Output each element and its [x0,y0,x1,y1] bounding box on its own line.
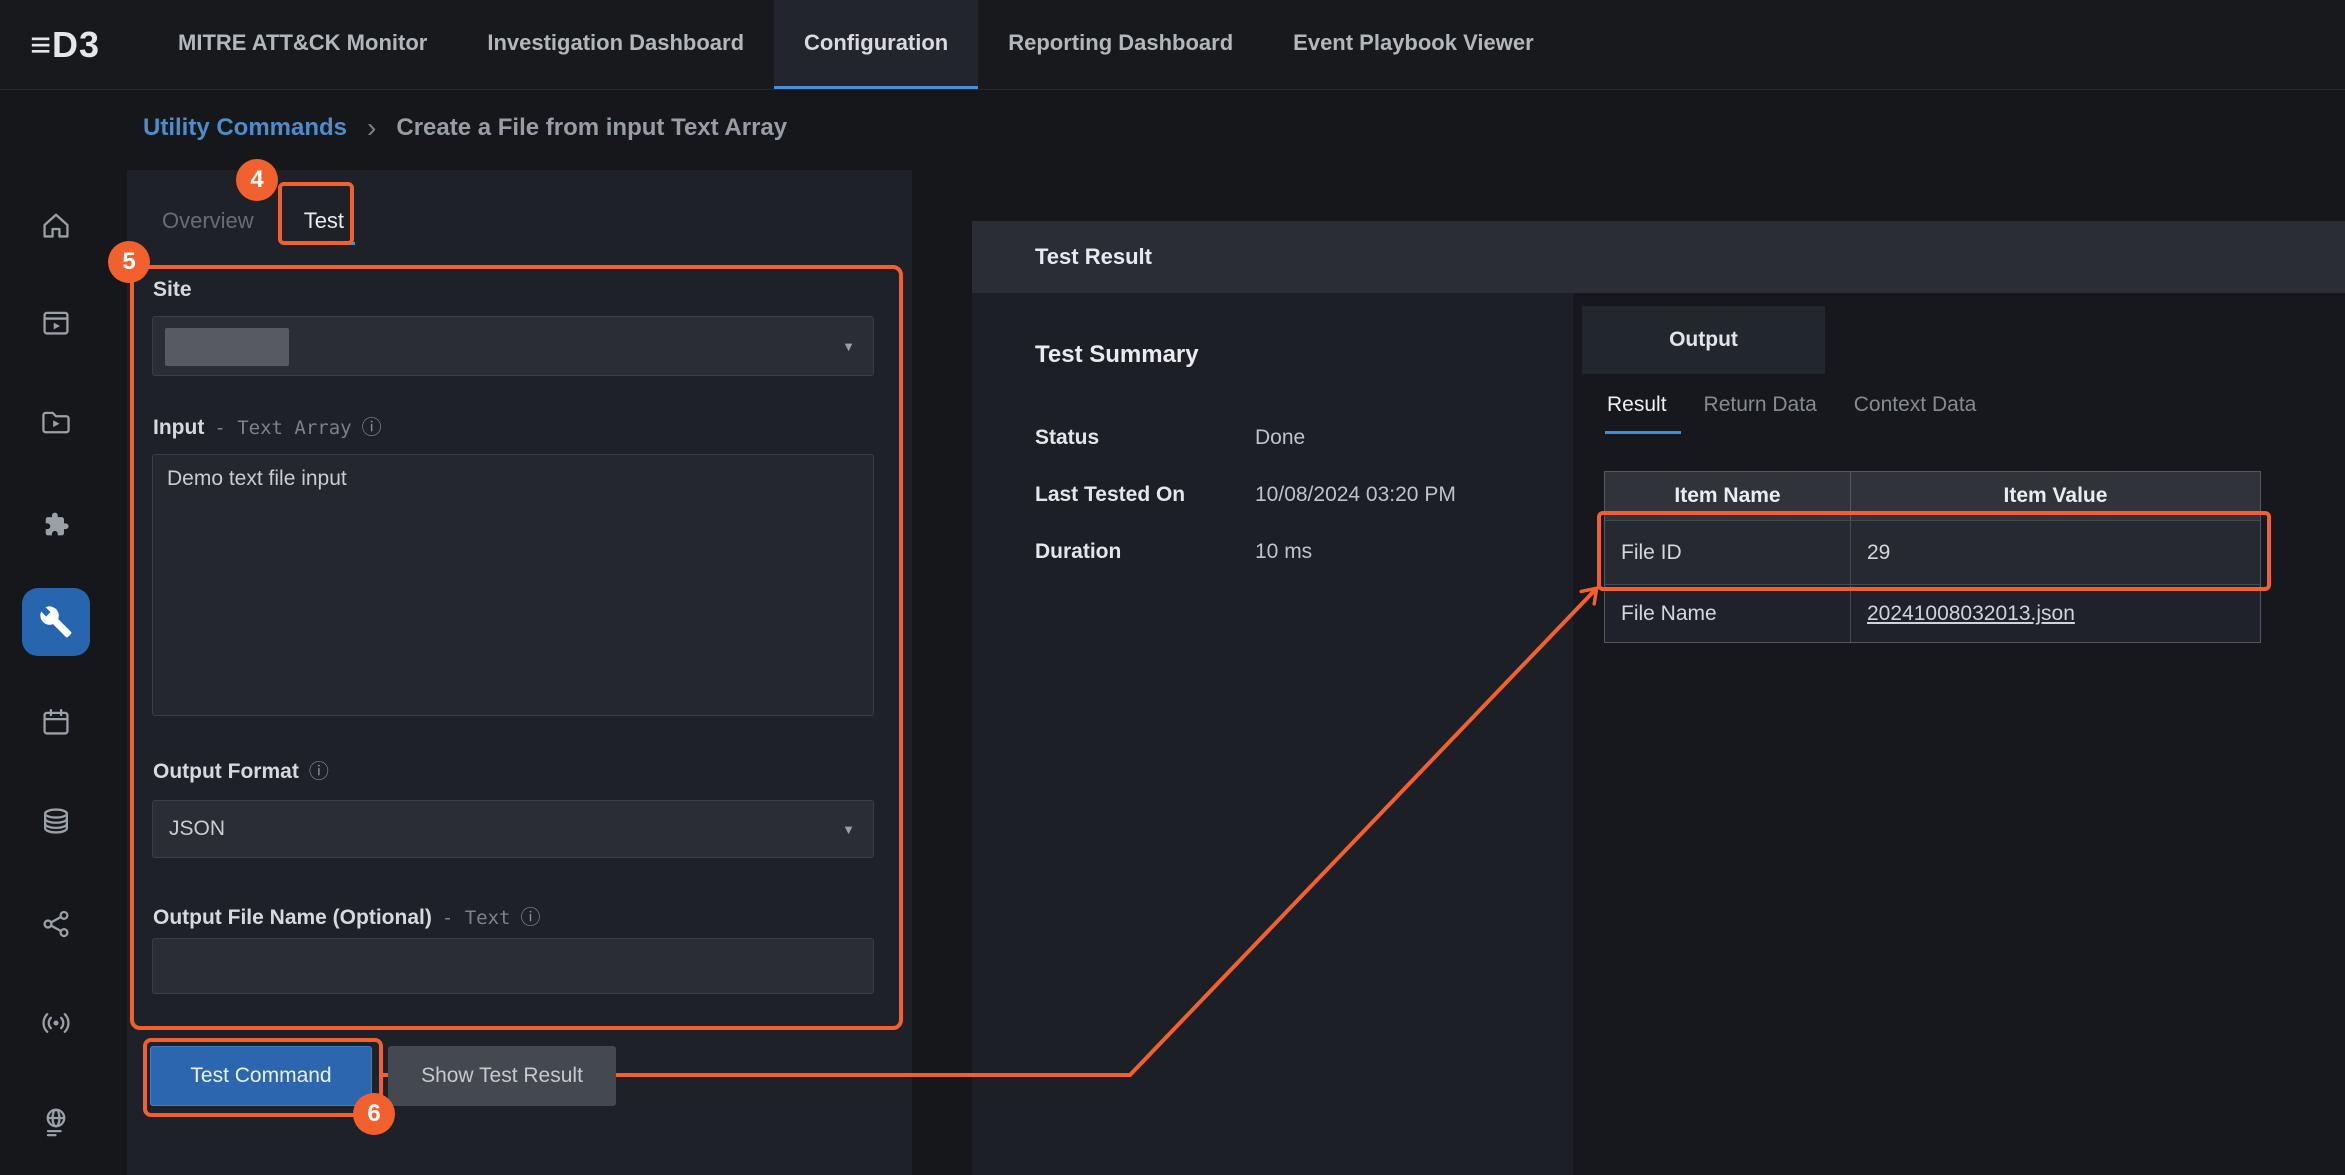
top-nav: ≡D3 MITRE ATT&CK Monitor Investigation D… [0,0,2345,90]
nav-reporting-dashboard[interactable]: Reporting Dashboard [978,0,1263,89]
command-test-panel: Overview Test Site ▼ Input - Text Array … [127,170,912,1175]
output-format-select[interactable]: JSON ▼ [152,800,874,858]
d3-logo: ≡D3 [30,0,100,89]
subtab-context-data[interactable]: Context Data [1854,393,1977,417]
sidebar-item-geo[interactable] [28,1094,84,1150]
duration-label: Duration [1035,540,1255,564]
test-result-panel: Test Result Test Summary Status Done Las… [972,221,2345,1175]
globe-icon [40,1106,72,1138]
output-file-name-label-row: Output File Name (Optional) - Text ⓘ [153,906,540,930]
site-label: Site [153,278,192,302]
database-icon [40,805,72,837]
tab-output[interactable]: Output [1582,306,1825,374]
show-test-result-button[interactable]: Show Test Result [388,1046,616,1106]
output-subtabs: Result Return Data Context Data [1607,393,1976,417]
active-subtab-indicator [1605,431,1681,434]
active-tab-indicator [283,242,355,245]
output-file-name-type-hint: - Text [442,907,511,929]
result-table: Item Name Item Value File ID 29 File Nam… [1604,471,2261,643]
output-file-name-input[interactable] [152,938,874,994]
tab-test[interactable]: Test [296,204,352,238]
input-type-hint: - Text Array [214,417,351,439]
summary-row-status: Status Done [1035,426,1305,450]
test-command-button[interactable]: Test Command [150,1046,372,1106]
info-icon: ⓘ [309,762,329,782]
site-select[interactable]: ▼ [152,316,874,376]
broadcast-icon [40,1007,72,1039]
breadcrumb-utility-commands[interactable]: Utility Commands [143,114,347,142]
command-tabs: Overview Test [154,204,352,238]
site-value-redacted [165,328,289,366]
page-title: Create a File from input Text Array [396,114,787,142]
nav-mitre-attack-monitor[interactable]: MITRE ATT&CK Monitor [148,0,457,89]
input-textarea[interactable]: Demo text file input [152,454,874,716]
summary-row-last-tested: Last Tested On 10/08/2024 03:20 PM [1035,483,1456,507]
puzzle-icon [40,508,72,540]
info-icon: ⓘ [520,908,540,928]
file-name-value: 20241008032013.json [1851,585,2260,642]
annotation-badge-4: 4 [236,159,278,201]
annotation-badge-5: 5 [108,241,150,283]
wrench-icon [39,605,73,639]
site-label-row: Site [153,278,192,302]
output-file-name-label: Output File Name (Optional) [153,906,432,930]
file-id-name: File ID [1605,521,1851,584]
subtab-return-data[interactable]: Return Data [1704,393,1817,417]
summary-row-duration: Duration 10 ms [1035,540,1312,564]
input-label: Input [153,416,204,440]
status-value: Done [1255,426,1305,450]
subtab-result[interactable]: Result [1607,393,1667,417]
share-nodes-icon [40,908,72,940]
breadcrumb: Utility Commands › Create a File from in… [112,90,2345,166]
page: ≡D3 MITRE ATT&CK Monitor Investigation D… [0,0,2345,1175]
calendar-icon [40,706,72,738]
file-id-value: 29 [1851,521,2260,584]
sidebar-item-home[interactable] [28,197,84,253]
sidebar-item-events[interactable] [28,995,84,1051]
item-name-header: Item Name [1605,472,1851,520]
sidebar-rail [0,90,112,1175]
table-row-file-id: File ID 29 [1605,520,2260,584]
tab-overview[interactable]: Overview [154,204,262,238]
input-label-row: Input - Text Array ⓘ [153,416,382,440]
sidebar-item-connections[interactable] [28,896,84,952]
chevron-down-icon: ▼ [842,339,855,354]
table-row-file-name: File Name 20241008032013.json [1605,584,2260,642]
chevron-down-icon: ▼ [842,822,855,837]
test-result-header: Test Result [972,221,2345,293]
sidebar-item-integrations[interactable] [28,496,84,552]
status-label: Status [1035,426,1255,450]
output-format-label-row: Output Format ⓘ [153,760,329,784]
item-value-header: Item Value [1851,472,2260,520]
breadcrumb-separator-icon: › [367,112,376,144]
file-name-link[interactable]: 20241008032013.json [1867,602,2075,626]
folder-play-icon [40,406,72,438]
calendar-play-icon [40,306,72,338]
nav-configuration[interactable]: Configuration [774,0,978,89]
result-table-header: Item Name Item Value [1605,472,2260,520]
output-format-label: Output Format [153,760,299,784]
output-panel: Output Result Return Data Context Data I… [1573,293,2345,1175]
home-icon [40,209,72,241]
file-name-name: File Name [1605,585,1851,642]
nav-event-playbook-viewer[interactable]: Event Playbook Viewer [1263,0,1563,89]
last-tested-label: Last Tested On [1035,483,1255,507]
info-icon: ⓘ [362,418,382,438]
sidebar-item-utility-commands[interactable] [22,588,90,656]
sidebar-item-playbooks[interactable] [28,394,84,450]
output-format-value: JSON [169,817,225,841]
test-summary-title: Test Summary [1035,341,1199,369]
nav-investigation-dashboard[interactable]: Investigation Dashboard [457,0,774,89]
last-tested-value: 10/08/2024 03:20 PM [1255,483,1456,507]
sidebar-item-data[interactable] [28,793,84,849]
duration-value: 10 ms [1255,540,1312,564]
annotation-badge-6: 6 [353,1093,395,1135]
sidebar-item-schedules[interactable] [28,694,84,750]
sidebar-item-incidents[interactable] [28,294,84,350]
